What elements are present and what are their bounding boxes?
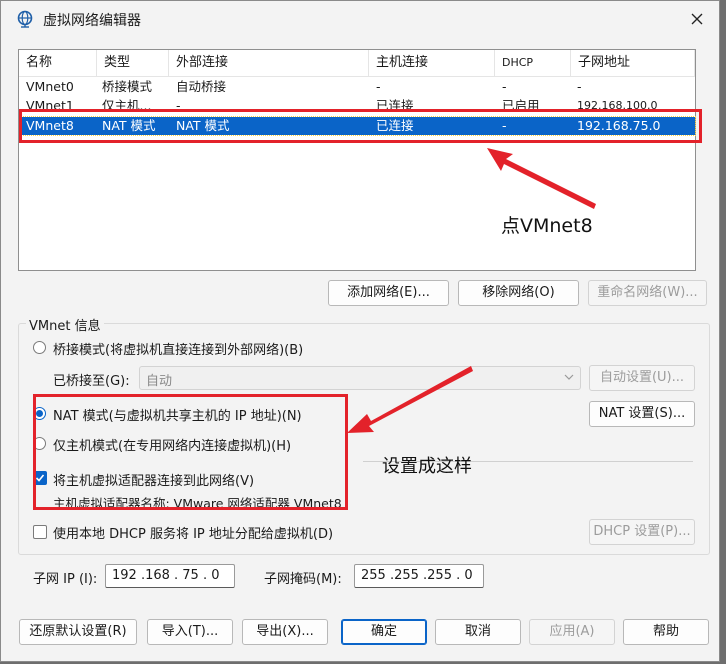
column-header-dhcp[interactable]: DHCP: [495, 50, 571, 76]
title-bar: 虚拟网络编辑器: [1, 1, 719, 37]
column-header-host[interactable]: 主机连接: [369, 50, 495, 76]
remove-network-button[interactable]: 移除网络(O): [458, 280, 579, 306]
vmnet-info-title: VMnet 信息: [26, 315, 104, 334]
network-list[interactable]: 名称 类型 外部连接 主机连接 DHCP 子网地址 VMnet0 桥接模式 自动…: [18, 49, 696, 271]
cell-external: 自动桥接: [176, 79, 227, 94]
annotation-highlight-settings: [33, 394, 348, 510]
subnet-mask-field[interactable]: 255 .255 .255 . 0: [354, 564, 484, 588]
cell-name: VMnet0: [26, 79, 74, 94]
bridged-mode-label: 桥接模式(将虚拟机直接连接到外部网络)(B): [53, 343, 304, 358]
cell-type: 桥接模式: [102, 79, 153, 94]
restore-defaults-button[interactable]: 还原默认设置(R): [19, 619, 137, 645]
table-row-vmnet0[interactable]: VMnet0 桥接模式 自动桥接 - - -: [21, 78, 695, 96]
cell-dhcp: -: [502, 79, 507, 94]
cell-host: -: [376, 79, 381, 94]
column-header-subnet[interactable]: 子网地址: [571, 50, 695, 76]
subnet-ip-field[interactable]: 192 .168 . 75 . 0: [105, 564, 235, 588]
export-button[interactable]: 导出(X)...: [242, 619, 328, 645]
bridged-to-value: 自动: [146, 374, 173, 389]
subnet-mask-label: 子网掩码(M):: [264, 572, 342, 587]
window-title: 虚拟网络编辑器: [43, 13, 141, 29]
subnet-ip-label: 子网 IP (I):: [33, 572, 98, 587]
help-button[interactable]: 帮助: [623, 619, 709, 645]
column-header-name[interactable]: 名称: [19, 50, 97, 76]
list-header: 名称 类型 外部连接 主机连接 DHCP 子网地址: [19, 50, 695, 77]
rename-network-button[interactable]: 重命名网络(W)...: [588, 280, 707, 306]
annotation-set-note: 设置成这样: [382, 456, 472, 477]
dhcp-checkbox[interactable]: [33, 525, 47, 539]
close-icon[interactable]: [685, 7, 709, 31]
import-button[interactable]: 导入(T)...: [147, 619, 233, 645]
ok-button[interactable]: 确定: [341, 619, 427, 645]
bridged-to-select[interactable]: 自动: [139, 366, 581, 390]
apply-button[interactable]: 应用(A): [529, 619, 615, 645]
column-header-type[interactable]: 类型: [97, 50, 169, 76]
network-globe-icon: [17, 10, 33, 28]
chevron-down-icon: [564, 374, 574, 380]
cancel-button[interactable]: 取消: [435, 619, 521, 645]
auto-settings-button[interactable]: 自动设置(U)...: [589, 365, 695, 391]
annotation-highlight-vmnet8: [19, 109, 702, 143]
bridged-to-label: 已桥接至(G):: [53, 374, 130, 389]
dhcp-settings-button[interactable]: DHCP 设置(P)...: [589, 519, 695, 545]
nat-settings-button[interactable]: NAT 设置(S)...: [589, 401, 695, 427]
column-header-external[interactable]: 外部连接: [169, 50, 369, 76]
add-network-button[interactable]: 添加网络(E)...: [328, 280, 449, 306]
virtual-network-editor-window: 虚拟网络编辑器 名称 类型 外部连接 主机连接 DHCP 子网地址 VMnet0…: [0, 0, 720, 662]
bridged-mode-radio[interactable]: [33, 341, 46, 354]
cell-subnet: -: [577, 79, 582, 94]
annotation-click-note: 点VMnet8: [501, 215, 593, 237]
dhcp-label: 使用本地 DHCP 服务将 IP 地址分配给虚拟机(D): [53, 527, 334, 542]
